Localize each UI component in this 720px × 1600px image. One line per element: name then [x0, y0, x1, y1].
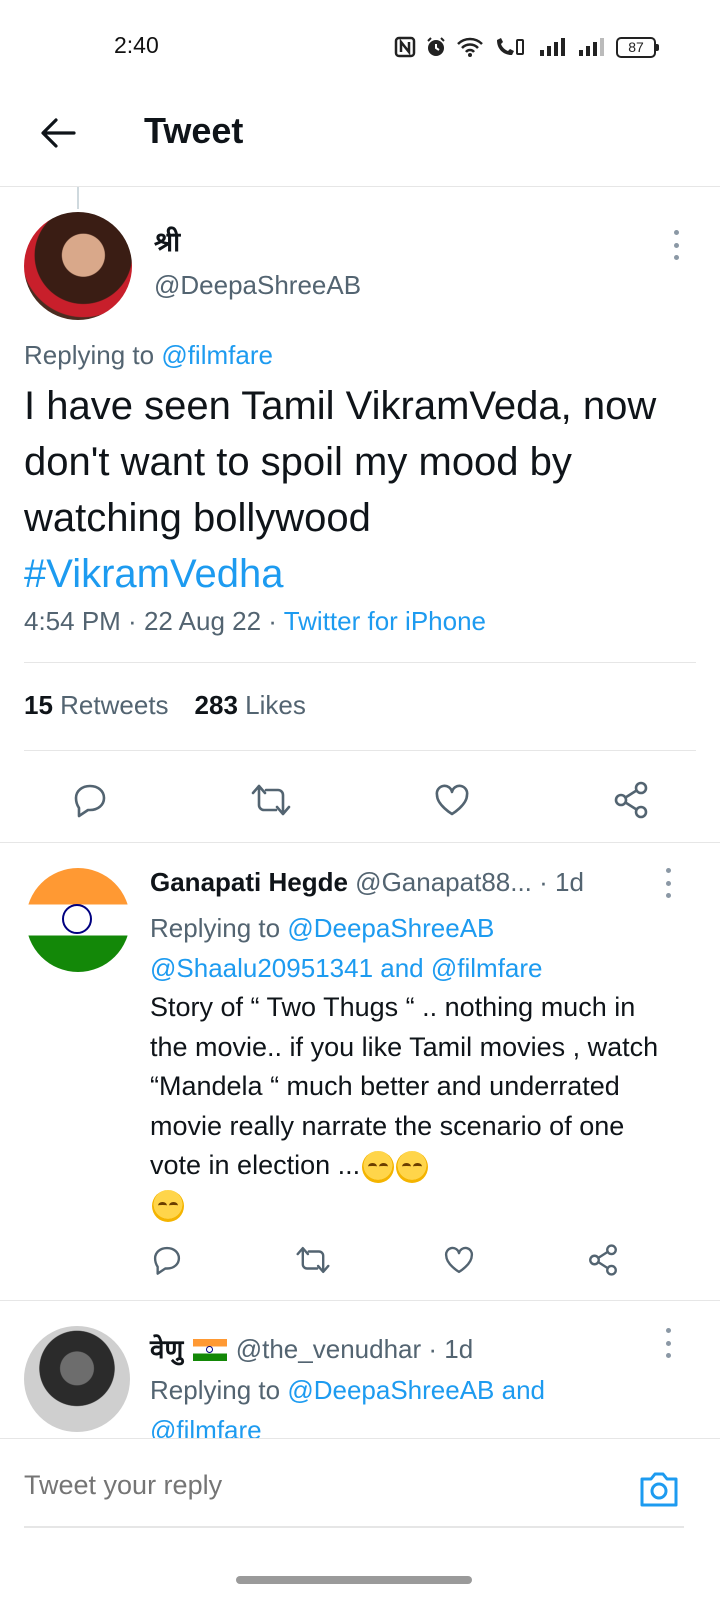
reply-header: वेणु @the_venudhar · 1d: [150, 1330, 670, 1366]
retweet-icon: [296, 1246, 330, 1274]
share-icon: [589, 1244, 617, 1276]
signal-icon: [540, 38, 565, 56]
camera-icon: [640, 1472, 678, 1507]
tweet-actions: [0, 770, 720, 830]
alarm-icon: [427, 37, 445, 56]
nfc-icon: [394, 36, 416, 58]
replying-to: Replying to @filmfare: [24, 340, 273, 371]
wifi-icon: [457, 37, 483, 57]
replying-and: and: [494, 1375, 545, 1405]
author-avatar[interactable]: [24, 212, 132, 320]
thread-line: [77, 187, 79, 209]
likes-label: Likes: [245, 690, 306, 720]
divider: [24, 662, 696, 663]
camera-button[interactable]: [636, 1466, 682, 1512]
likes-count: 283: [194, 690, 238, 720]
replying-prefix: Replying to: [150, 913, 288, 943]
laughing-emoji-icon: [362, 1150, 395, 1183]
laughing-emoji-icon: [396, 1150, 429, 1183]
heart-icon: [444, 1246, 474, 1274]
retweets-count: 15: [24, 690, 53, 720]
reply-author-name[interactable]: Ganapati Hegde: [150, 867, 348, 897]
replying-and: and: [373, 953, 431, 983]
tweet-meta: 4:54 PM · 22 Aug 22 · Twitter for iPhone: [24, 606, 487, 636]
arrow-left-icon: [41, 118, 76, 148]
divider: [0, 1300, 720, 1301]
chakra-icon: [62, 904, 92, 934]
retweet-icon: [251, 784, 290, 816]
tweet-time: 4:54 PM: [24, 606, 121, 636]
divider: [0, 842, 720, 843]
battery-icon: 87: [616, 36, 659, 58]
tweet-source-link[interactable]: Twitter for iPhone: [284, 606, 486, 636]
retweet-button[interactable]: [294, 1243, 332, 1277]
reply-input[interactable]: [24, 1470, 584, 1501]
status-icons: 87: [394, 36, 659, 58]
status-time: 2:40: [114, 32, 159, 58]
reply-author-name[interactable]: वेणु: [150, 1334, 183, 1364]
tweet-date: 22 Aug 22: [143, 606, 262, 636]
reply-age: · 1d: [539, 867, 584, 897]
reply-icon: [153, 1246, 181, 1275]
back-button[interactable]: [30, 108, 86, 158]
replying-prefix: Replying to: [150, 1375, 288, 1405]
composer-underline: [24, 1526, 684, 1528]
mention-link[interactable]: @DeepaShreeAB: [287, 1375, 494, 1405]
likes-stat[interactable]: 283 Likes: [195, 690, 306, 721]
laughing-emoji-icon: [152, 1190, 184, 1223]
reply-button[interactable]: [150, 1243, 184, 1277]
like-button[interactable]: [442, 1243, 476, 1277]
author-name[interactable]: श्री: [154, 222, 180, 259]
replying-prefix: Replying to: [24, 340, 162, 370]
more-options-icon[interactable]: [670, 230, 682, 260]
mention-link[interactable]: @filmfare: [161, 340, 273, 370]
page-title: Tweet: [144, 110, 244, 151]
reply-text: Story of “ Two Thugs “ .. nothing much i…: [150, 988, 680, 1225]
mention-link[interactable]: @Shaalu20951341: [150, 953, 373, 983]
reply-replying-to: Replying to @DeepaShreeAB @Shaalu2095134…: [150, 908, 670, 988]
more-options-icon[interactable]: [662, 1328, 674, 1358]
share-button[interactable]: [586, 1243, 620, 1277]
retweet-button[interactable]: [249, 780, 293, 820]
tweet-body: I have seen Tamil VikramVeda, now don't …: [24, 384, 657, 540]
reply-icon: [74, 784, 105, 818]
reply-actions: [150, 1232, 620, 1288]
india-flag-icon: [192, 1339, 227, 1361]
signal-icon-2: [579, 38, 604, 56]
more-options-icon[interactable]: [662, 868, 674, 898]
author-handle[interactable]: @DeepaShreeAB: [154, 270, 361, 301]
share-icon: [614, 781, 647, 819]
reply-author-handle[interactable]: @Ganapat88...: [355, 867, 532, 897]
reply-avatar[interactable]: [24, 1326, 130, 1432]
share-button[interactable]: [611, 780, 651, 820]
tweet-text: I have seen Tamil VikramVeda, now don't …: [24, 378, 684, 602]
hashtag-link[interactable]: #VikramVedha: [24, 546, 684, 602]
call-wifi-icon: [497, 38, 524, 55]
home-indicator[interactable]: [236, 1576, 472, 1584]
reply-button[interactable]: [70, 780, 110, 820]
reply-age: · 1d: [428, 1334, 474, 1364]
mention-link[interactable]: @filmfare: [431, 953, 543, 983]
header-divider: [0, 186, 720, 187]
retweets-stat[interactable]: 15 Retweets: [24, 690, 169, 721]
tweet-stats: 15 Retweets 283 Likes: [24, 690, 306, 721]
reply-author-handle[interactable]: @the_venudhar: [236, 1334, 421, 1364]
mention-link[interactable]: @DeepaShreeAB: [287, 913, 494, 943]
like-button[interactable]: [432, 780, 472, 820]
heart-icon: [435, 784, 468, 816]
divider: [24, 750, 696, 751]
reply-header: Ganapati Hegde @Ganapat88... · 1d: [150, 867, 650, 898]
retweets-label: Retweets: [60, 690, 169, 720]
